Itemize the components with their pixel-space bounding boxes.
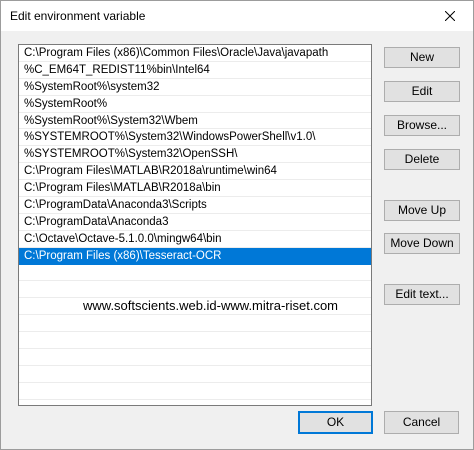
- dialog-title: Edit environment variable: [10, 9, 146, 23]
- empty-list-row[interactable]: [19, 349, 371, 366]
- watermark-text: www.softscients.web.id-www.mitra-riset.c…: [83, 298, 338, 313]
- path-list-item[interactable]: C:\ProgramData\Anaconda3\Scripts: [19, 197, 371, 214]
- path-list-item[interactable]: %SystemRoot%: [19, 96, 371, 113]
- ok-button-label: OK: [326, 415, 345, 429]
- browse-button-label: Browse...: [396, 118, 447, 132]
- path-list-item[interactable]: %SystemRoot%\System32\Wbem: [19, 113, 371, 130]
- move-down-button[interactable]: Move Down: [384, 233, 460, 254]
- empty-list-row[interactable]: [19, 265, 371, 282]
- title-bar[interactable]: Edit environment variable: [1, 1, 473, 31]
- path-list-item[interactable]: %C_EM64T_REDIST11%bin\Intel64: [19, 62, 371, 79]
- browse-button[interactable]: Browse...: [384, 115, 460, 136]
- cancel-button-label: Cancel: [402, 415, 441, 429]
- cancel-button[interactable]: Cancel: [384, 411, 459, 434]
- path-list-item[interactable]: %SYSTEMROOT%\System32\OpenSSH\: [19, 146, 371, 164]
- path-list-item[interactable]: C:\Program Files\MATLAB\R2018a\bin: [19, 180, 371, 198]
- close-button[interactable]: [427, 1, 473, 31]
- path-list-item[interactable]: C:\Program Files (x86)\Common Files\Orac…: [19, 45, 371, 62]
- move-up-button-label: Move Up: [397, 203, 447, 217]
- edit-button[interactable]: Edit: [384, 81, 460, 102]
- delete-button[interactable]: Delete: [384, 149, 460, 170]
- move-down-button-label: Move Down: [390, 236, 454, 250]
- new-button[interactable]: New: [384, 47, 460, 68]
- edit-text-button-label: Edit text...: [395, 287, 449, 301]
- new-button-label: New: [409, 50, 434, 64]
- path-list-item[interactable]: %SYSTEMROOT%\System32\WindowsPowerShell\…: [19, 129, 371, 147]
- path-list-item[interactable]: C:\ProgramData\Anaconda3: [19, 214, 371, 231]
- ok-button[interactable]: OK: [298, 411, 373, 434]
- empty-list-row[interactable]: [19, 281, 371, 299]
- empty-list-row[interactable]: [19, 315, 371, 333]
- edit-text-button[interactable]: Edit text...: [384, 284, 460, 305]
- path-list-item[interactable]: C:\Octave\Octave-5.1.0.0\mingw64\bin: [19, 231, 371, 248]
- path-list-item[interactable]: C:\Program Files (x86)\Tesseract-OCR: [19, 247, 371, 265]
- edit-button-label: Edit: [411, 84, 433, 98]
- path-list-item[interactable]: C:\Program Files\MATLAB\R2018a\runtime\w…: [19, 163, 371, 181]
- empty-list-row[interactable]: [19, 383, 371, 400]
- move-up-button[interactable]: Move Up: [384, 200, 460, 221]
- delete-button-label: Delete: [404, 152, 440, 166]
- close-icon: [445, 11, 455, 21]
- empty-list-row[interactable]: [19, 366, 371, 383]
- path-list[interactable]: C:\Program Files (x86)\Common Files\Orac…: [18, 44, 372, 406]
- empty-list-row[interactable]: [19, 332, 371, 350]
- path-list-item[interactable]: %SystemRoot%\system32: [19, 79, 371, 96]
- edit-env-var-dialog: Edit environment variable C:\Program Fil…: [0, 0, 474, 450]
